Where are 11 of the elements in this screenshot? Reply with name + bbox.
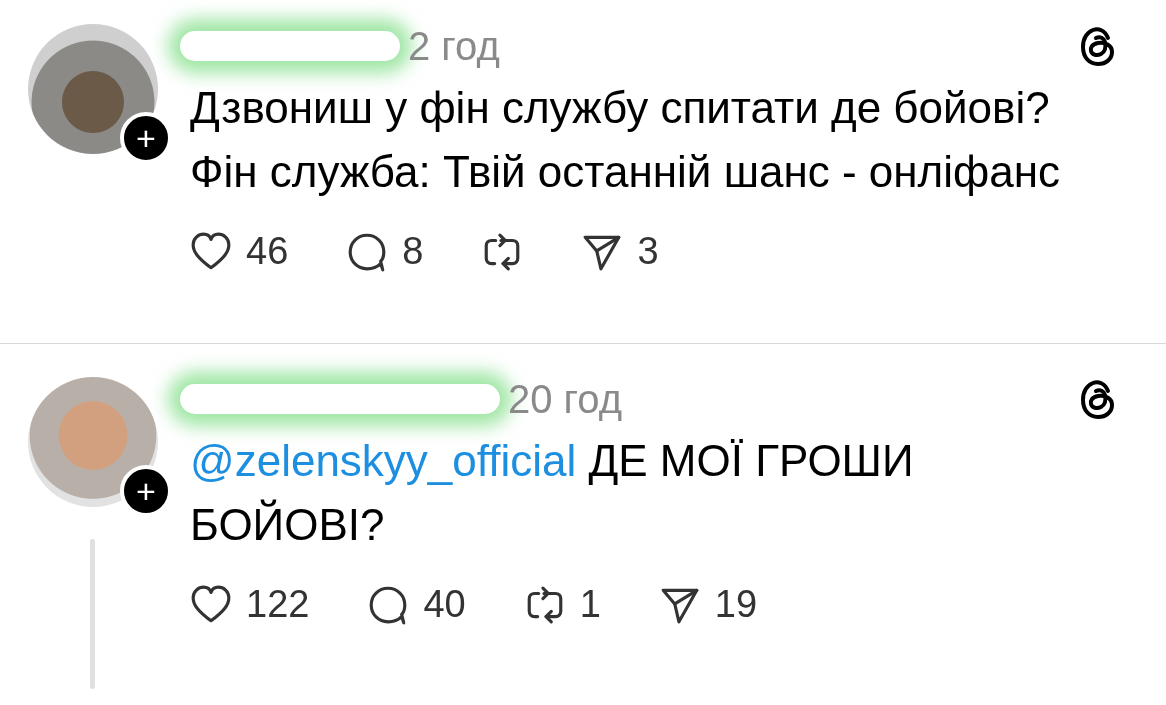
reply-button[interactable]: 40 [367, 583, 466, 626]
post-text: @zelenskyy_official ДЕ МОЇ ГРОШИ БОЙОВІ? [190, 435, 915, 551]
share-button[interactable]: 3 [581, 230, 659, 273]
like-button[interactable]: 122 [190, 583, 310, 626]
post-text: Дзвониш у фін службу спитати де бойові? Фін служба: Твій останній шанс - онліфанс [190, 82, 1061, 198]
timestamp: 20 год [508, 376, 623, 422]
reply-button[interactable]: 8 [346, 230, 424, 273]
share-button[interactable]: 19 [658, 583, 758, 626]
timestamp: 2 год [408, 23, 500, 69]
like-button[interactable]: 46 [190, 230, 289, 273]
repost-button[interactable]: 1 [523, 583, 601, 626]
